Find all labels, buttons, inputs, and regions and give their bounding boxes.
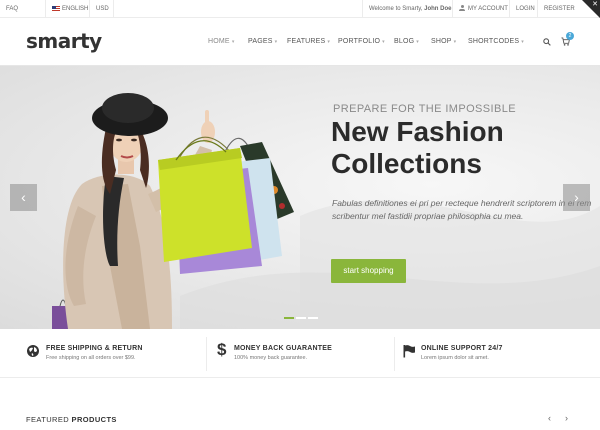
hero-slider: PREPARE FOR THE IMPOSSIBLE New Fashion C…	[0, 66, 600, 329]
slider-dot-1[interactable]	[284, 317, 294, 319]
nav-label-shortcodes: SHORTCODES	[468, 38, 520, 45]
faq-label: FAQ	[6, 6, 19, 12]
cart-count-badge: 2	[566, 32, 574, 40]
chevron-down-icon: ▾	[327, 39, 331, 45]
chevron-down-icon: ▾	[382, 39, 385, 45]
welcome-message: Welcome to Smarty, John Doe	[362, 0, 452, 18]
nav-label-shop: SHOP	[431, 38, 452, 45]
feature-title: ONLINE SUPPORT 24/7	[421, 345, 503, 352]
us-flag-icon	[52, 5, 60, 11]
login-label: LOGIN	[516, 6, 535, 12]
login-link[interactable]: LOGIN	[509, 0, 537, 18]
chevron-right-icon: ›	[574, 189, 579, 205]
feature-money-back: $ MONEY BACK GUARANTEE 100% money back g…	[207, 329, 394, 378]
currency-label: USD	[96, 6, 109, 12]
welcome-prefix: Welcome to Smarty,	[369, 6, 423, 12]
my-account-label: MY ACCOUNT	[468, 6, 508, 12]
hero-title-line2: Collections	[331, 148, 482, 179]
language-selector[interactable]: ENGLISH	[46, 0, 90, 18]
hero-title-line1: New Fashion	[331, 116, 504, 147]
slider-prev-button[interactable]: ‹	[10, 184, 37, 211]
featured-products-heading: FEATURED PRODUCTS	[26, 415, 117, 424]
feature-text: 100% money back guarantee.	[234, 355, 308, 361]
corner-toggle-icon: ✕	[592, 1, 598, 8]
nav-item-shop[interactable]: SHOP ▾	[431, 18, 456, 66]
start-shopping-button[interactable]: start shopping	[331, 259, 406, 283]
site-logo[interactable]: smarty	[26, 29, 102, 53]
nav-label-portfolio: PORTFOLIO	[338, 38, 381, 45]
hero-subtitle: PREPARE FOR THE IMPOSSIBLE	[333, 103, 516, 115]
featured-prev-button[interactable]: ‹	[548, 413, 551, 423]
top-bar: FAQ ENGLISH USD Welcome to Smarty, John …	[0, 0, 600, 18]
register-label: REGISTER	[544, 6, 575, 12]
globe-icon	[27, 345, 39, 357]
featured-next-button[interactable]: ›	[565, 413, 568, 423]
hero-description: Fabulas definitiones ei pri per recteque…	[332, 198, 592, 221]
main-header: smarty HOME ▾ PAGES ▾ FEATURES ▾ PORTFOLIO ▾…	[0, 18, 600, 66]
feature-text: Lorem ipsum dolor sit amet.	[421, 355, 489, 361]
chevron-down-icon: ▾	[416, 39, 419, 45]
feature-title: MONEY BACK GUARANTEE	[234, 345, 332, 352]
chevron-down-icon: ▾	[231, 39, 235, 45]
my-account-link[interactable]: MY ACCOUNT	[452, 0, 509, 18]
user-icon	[459, 5, 465, 11]
flag-icon	[403, 345, 415, 358]
featured-heading-light: FEATURED	[26, 415, 70, 424]
slider-next-button[interactable]: ›	[563, 184, 590, 211]
feature-online-support: ONLINE SUPPORT 24/7 Lorem ipsum dolor si…	[395, 329, 600, 378]
language-label: ENGLISH	[62, 6, 89, 12]
currency-selector[interactable]: USD	[90, 0, 114, 18]
slider-dot-3[interactable]	[308, 317, 318, 319]
feature-text: Free shipping on all orders over $99.	[46, 355, 136, 361]
nav-label-home: HOME	[208, 38, 230, 45]
nav-label-features: FEATURES	[287, 38, 326, 45]
user-name: John Doe	[424, 6, 452, 12]
chevron-down-icon: ▾	[274, 39, 278, 45]
featured-heading-bold: PRODUCTS	[71, 415, 117, 424]
nav-label-blog: BLOG	[394, 38, 415, 45]
nav-item-home[interactable]: HOME ▾	[208, 18, 235, 66]
nav-label-pages: PAGES	[248, 38, 273, 45]
nav-item-portfolio[interactable]: PORTFOLIO ▾	[338, 18, 385, 66]
nav-item-features[interactable]: FEATURES ▾	[287, 18, 330, 66]
slider-dot-2[interactable]	[296, 317, 306, 319]
search-icon[interactable]	[543, 38, 551, 46]
chevron-down-icon: ▾	[521, 39, 524, 45]
chevron-left-icon: ‹	[21, 189, 26, 205]
feature-free-shipping: FREE SHIPPING & RETURN Free shipping on …	[0, 329, 206, 378]
chevron-down-icon: ▾	[453, 39, 457, 45]
faq-link[interactable]: FAQ	[0, 0, 46, 18]
feature-title: FREE SHIPPING & RETURN	[46, 345, 143, 352]
dollar-icon: $	[217, 340, 227, 359]
nav-item-blog[interactable]: BLOG ▾	[394, 18, 419, 66]
features-strip: FREE SHIPPING & RETURN Free shipping on …	[0, 329, 600, 378]
register-link[interactable]: REGISTER	[537, 0, 575, 18]
nav-item-shortcodes[interactable]: SHORTCODES ▾	[468, 18, 524, 66]
nav-item-pages[interactable]: PAGES ▾	[248, 18, 277, 66]
